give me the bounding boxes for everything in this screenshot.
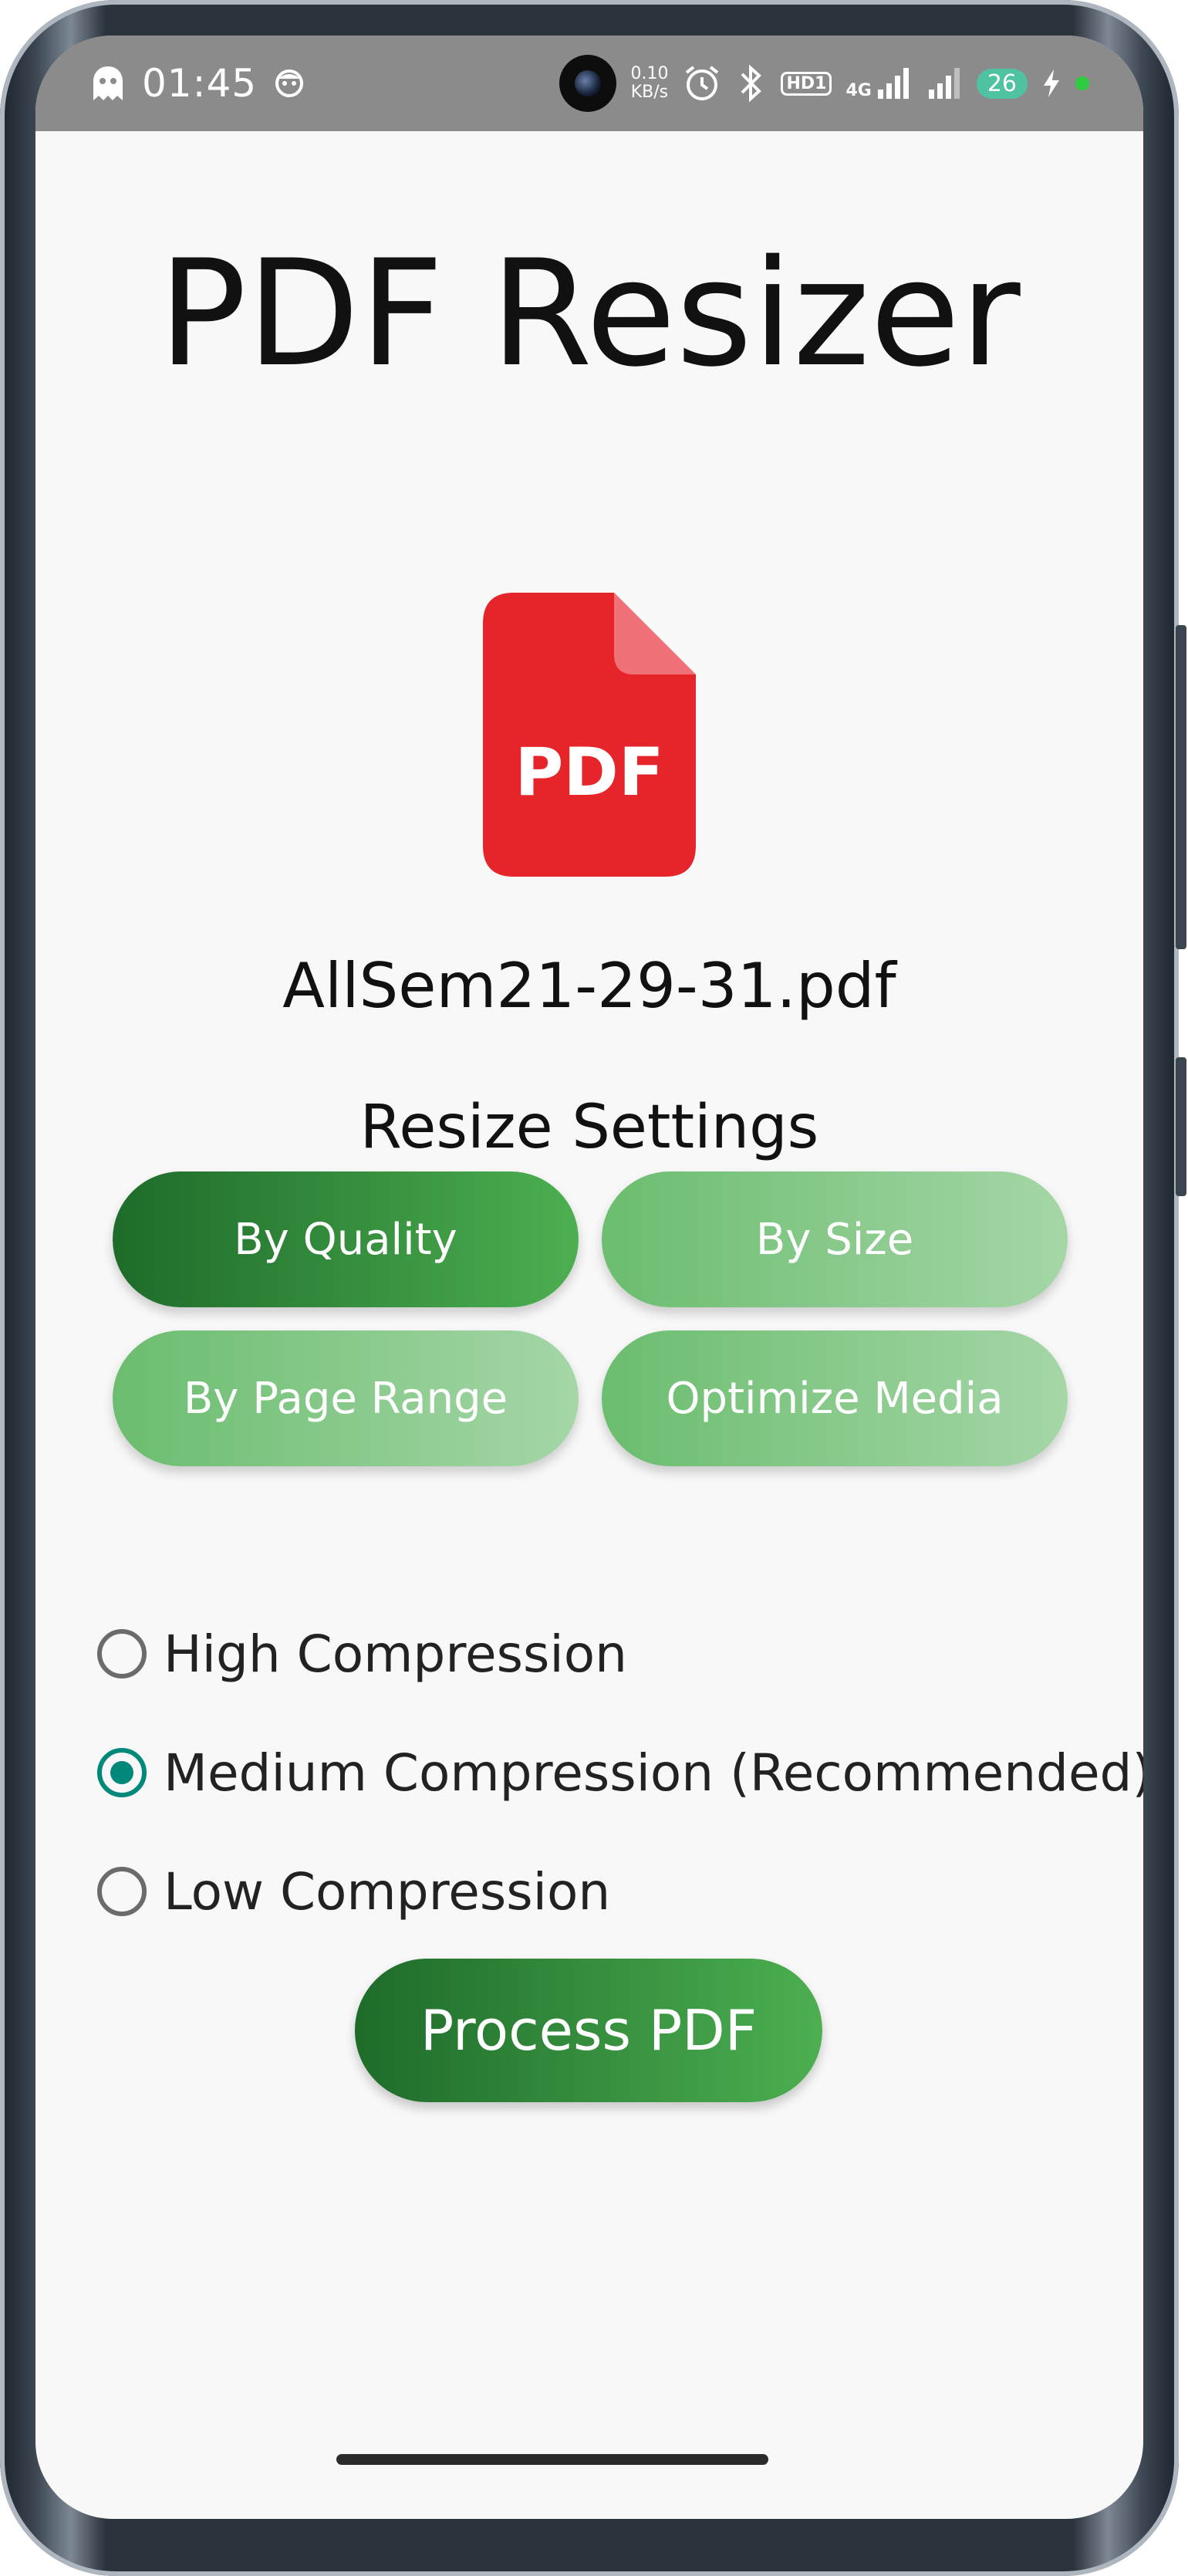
- by-size-button[interactable]: By Size: [602, 1171, 1068, 1307]
- option-label: Low Compression: [164, 1861, 611, 1922]
- volume-button: [1176, 1057, 1186, 1196]
- signal-icon: [926, 66, 963, 100]
- privacy-indicator-dot: [1075, 76, 1089, 90]
- screen: 01:45 0.10 KB/s HD1 4G 26 PDF Resizer PD…: [35, 35, 1143, 2519]
- svg-text:PDF: PDF: [515, 734, 663, 811]
- network-speed: 0.10 KB/s: [630, 64, 669, 102]
- hd-voice-badge: HD1: [781, 71, 832, 96]
- radio-button-selected[interactable]: [97, 1748, 147, 1797]
- clock: 01:45: [142, 61, 258, 106]
- charging-icon: [1041, 68, 1061, 99]
- optimize-media-button[interactable]: Optimize Media: [602, 1330, 1068, 1466]
- pdf-file-icon: PDF: [483, 593, 696, 877]
- file-name: AllSem21-29-31.pdf: [282, 950, 896, 1022]
- ghost-icon: [91, 65, 125, 102]
- option-label: High Compression: [164, 1624, 627, 1684]
- option-label: Medium Compression (Recommended): [164, 1743, 1143, 1803]
- radio-button[interactable]: [97, 1629, 147, 1678]
- front-camera: [559, 55, 617, 112]
- status-bar: 01:45 0.10 KB/s HD1 4G 26: [35, 35, 1143, 131]
- face-icon: [274, 68, 305, 99]
- process-pdf-button[interactable]: Process PDF: [355, 1959, 822, 2102]
- radio-button[interactable]: [97, 1867, 147, 1916]
- medium-compression-option[interactable]: Medium Compression (Recommended): [97, 1738, 1143, 1807]
- signal-4g-icon: 4G: [845, 66, 911, 100]
- by-page-range-button[interactable]: By Page Range: [113, 1330, 579, 1466]
- home-indicator[interactable]: [336, 2454, 768, 2465]
- alarm-icon: [682, 63, 722, 103]
- battery-level: 26: [976, 68, 1028, 99]
- bluetooth-icon: [736, 63, 767, 103]
- low-compression-option[interactable]: Low Compression: [97, 1857, 610, 1926]
- by-quality-button[interactable]: By Quality: [113, 1171, 579, 1307]
- power-button: [1176, 625, 1186, 949]
- high-compression-option[interactable]: High Compression: [97, 1619, 627, 1689]
- section-title: Resize Settings: [359, 1093, 819, 1162]
- app-title: PDF Resizer: [158, 228, 1021, 399]
